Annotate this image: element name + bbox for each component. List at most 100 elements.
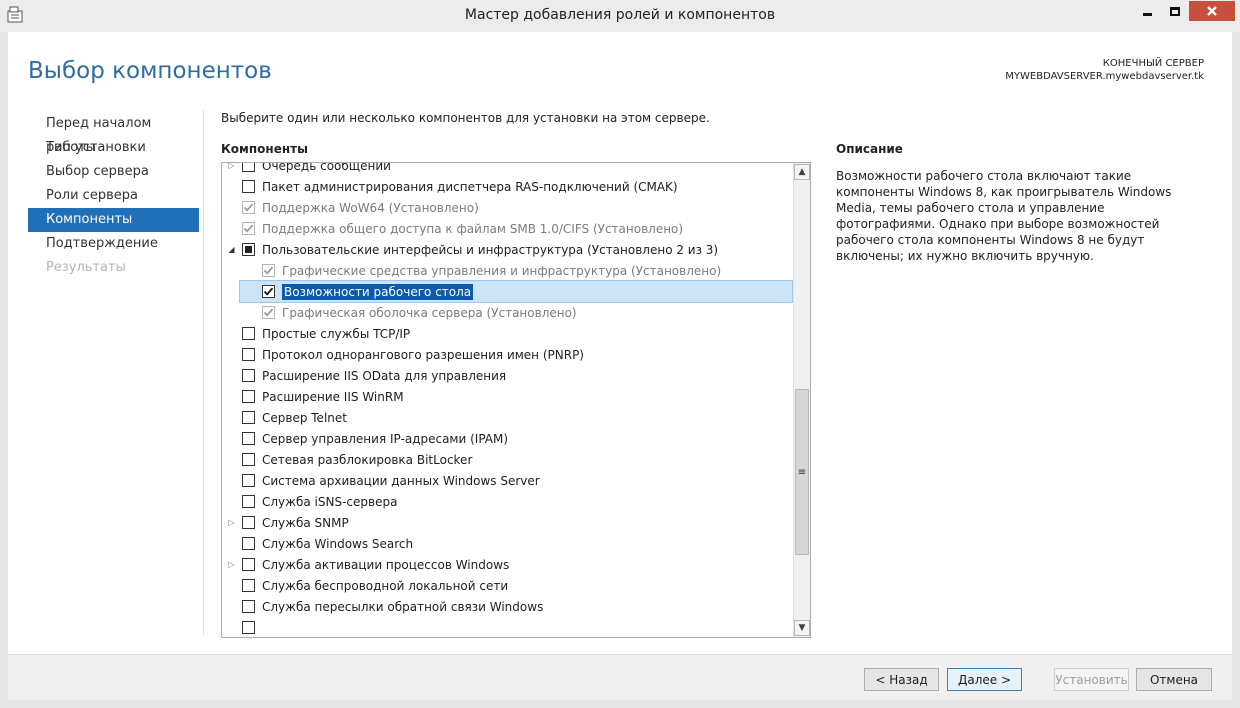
feature-row[interactable]: ▷ Служба активации процессов Windows xyxy=(222,554,792,575)
feature-label: Поддержка общего доступа к файлам SMB 1.… xyxy=(262,221,684,236)
feature-row[interactable]: Сетевая разблокировка BitLocker xyxy=(222,449,792,470)
nav-item-results: Результаты xyxy=(46,260,126,275)
wizard-nav: Перед началом работы Тип установки Выбор… xyxy=(28,112,199,280)
grip-icon: ≡ xyxy=(797,466,807,478)
feature-checkbox[interactable] xyxy=(242,474,255,487)
feature-label: Служба активации процессов Windows xyxy=(262,557,510,572)
nav-item-confirmation[interactable]: Подтверждение xyxy=(28,232,199,256)
feature-checkbox[interactable] xyxy=(242,348,255,361)
nav-item-before-you-begin[interactable]: Перед началом работы xyxy=(28,112,199,155)
intro-text: Выберите один или несколько компонентов … xyxy=(221,111,710,125)
feature-row[interactable]: Служба iSNS-сервера xyxy=(222,491,792,512)
feature-row[interactable]: Графическая оболочка сервера (Установлен… xyxy=(222,302,792,323)
feature-row[interactable]: Сервер управления IP-адресами (IPAM) xyxy=(222,428,792,449)
feature-row[interactable]: Служба пересылки обратной связи Windows xyxy=(222,596,792,617)
checkmark-icon xyxy=(263,287,274,296)
feature-row[interactable]: Возможности рабочего стола xyxy=(239,280,793,303)
feature-row[interactable]: Служба Windows Search xyxy=(222,533,792,554)
feature-checkbox[interactable] xyxy=(242,369,255,382)
scroll-down-button[interactable]: ▼ xyxy=(794,620,810,636)
feature-label: Расширение IIS OData для управления xyxy=(262,368,507,383)
feature-checkbox[interactable] xyxy=(242,327,255,340)
feature-checkbox[interactable] xyxy=(242,453,255,466)
feature-row[interactable]: Сервер Telnet xyxy=(222,407,792,428)
feature-row[interactable]: ▷ Служба SNMP xyxy=(222,512,792,533)
feature-checkbox xyxy=(262,264,275,277)
destination-label: КОНЕЧНЫЙ СЕРВЕР xyxy=(1102,58,1204,69)
feature-row[interactable]: Поддержка общего доступа к файлам SMB 1.… xyxy=(222,218,792,239)
feature-checkbox[interactable] xyxy=(242,180,255,193)
feature-label: Служба пересылки обратной связи Windows xyxy=(262,599,544,614)
nav-item-features[interactable]: Компоненты xyxy=(28,208,199,232)
next-button[interactable]: Далее > xyxy=(947,668,1022,691)
feature-row[interactable]: ▷ Очередь сообщений xyxy=(222,162,792,176)
feature-row[interactable]: Расширение IIS OData для управления xyxy=(222,365,792,386)
maximize-button[interactable] xyxy=(1161,1,1189,21)
expand-arrow-icon[interactable]: ▷ xyxy=(226,517,237,529)
close-button[interactable] xyxy=(1189,1,1235,21)
feature-checkbox xyxy=(242,201,255,214)
feature-label: Сервер управления IP-адресами (IPAM) xyxy=(262,431,509,446)
feature-label: Сетевая разблокировка BitLocker xyxy=(262,452,473,467)
expand-arrow-icon[interactable]: ▷ xyxy=(226,163,237,172)
feature-label: Графическая оболочка сервера (Установлен… xyxy=(282,305,577,320)
feature-checkbox[interactable] xyxy=(242,432,255,445)
feature-label: Система архивации данных Windows Server xyxy=(262,473,540,488)
feature-checkbox[interactable] xyxy=(242,243,255,256)
feature-checkbox[interactable] xyxy=(242,558,255,571)
nav-item-installation-type[interactable]: Тип установки xyxy=(28,136,199,160)
feature-checkbox[interactable] xyxy=(242,579,255,592)
nav-divider xyxy=(203,110,204,635)
features-scrollbar[interactable]: ▲ ≡ ▼ xyxy=(793,163,810,637)
feature-row[interactable]: ◢ Пользовательские интерфейсы и инфрастру… xyxy=(222,239,792,260)
feature-label: Служба iSNS-сервера xyxy=(262,494,398,509)
feature-checkbox[interactable] xyxy=(242,600,255,613)
destination-server-info: КОНЕЧНЫЙ СЕРВЕР MYWEBDAVSERVER.mywebdavs… xyxy=(1005,57,1204,83)
collapse-arrow-icon[interactable]: ◢ xyxy=(226,244,237,256)
feature-row[interactable]: Служба беспроводной локальной сети xyxy=(222,575,792,596)
description-text: Возможности рабочего стола включают таки… xyxy=(836,169,1172,263)
feature-label: Служба SNMP xyxy=(262,515,349,530)
feature-checkbox[interactable] xyxy=(242,495,255,508)
feature-row[interactable]: Расширение IIS WinRM xyxy=(222,386,792,407)
feature-row[interactable]: Графические средства управления и инфрас… xyxy=(222,260,792,281)
feature-row[interactable]: Протокол однорангового разрешения имен (… xyxy=(222,344,792,365)
feature-checkbox[interactable] xyxy=(242,390,255,403)
feature-row[interactable] xyxy=(222,617,792,637)
title-bar: Мастер добавления ролей и компонентов xyxy=(0,0,1240,32)
feature-label: Графические средства управления и инфрас… xyxy=(282,263,722,278)
nav-item-server-roles[interactable]: Роли сервера xyxy=(28,184,199,208)
nav-item-server-selection[interactable]: Выбор сервера xyxy=(28,160,199,184)
expand-arrow-icon[interactable]: ▷ xyxy=(226,559,237,571)
feature-label: Простые службы TCP/IP xyxy=(262,326,411,341)
minimize-button[interactable] xyxy=(1133,1,1161,21)
back-button[interactable]: < Назад xyxy=(864,668,939,691)
checkmark-icon xyxy=(263,266,274,275)
feature-checkbox[interactable] xyxy=(242,163,255,172)
feature-checkbox[interactable] xyxy=(242,411,255,424)
description-header: Описание xyxy=(836,142,903,156)
feature-row[interactable]: Поддержка WoW64 (Установлено) xyxy=(222,197,792,218)
features-list[interactable]: ▷ Очередь сообщений Пакет администрировани… xyxy=(221,162,811,638)
feature-checkbox[interactable] xyxy=(242,621,255,634)
cancel-button[interactable]: Отмена xyxy=(1136,668,1212,691)
feature-row[interactable]: Простые службы TCP/IP xyxy=(222,323,792,344)
scroll-thumb[interactable]: ≡ xyxy=(795,389,809,555)
feature-label: Очередь сообщений xyxy=(262,162,391,173)
scroll-up-button[interactable]: ▲ xyxy=(794,164,810,180)
feature-row[interactable]: Система архивации данных Windows Server xyxy=(222,470,792,491)
feature-checkbox[interactable] xyxy=(242,537,255,550)
feature-checkbox[interactable] xyxy=(242,516,255,529)
page-title: Выбор компонентов xyxy=(28,58,272,84)
feature-row[interactable]: Пакет администрирования диспетчера RAS-п… xyxy=(222,176,792,197)
feature-checkbox[interactable] xyxy=(262,285,275,298)
